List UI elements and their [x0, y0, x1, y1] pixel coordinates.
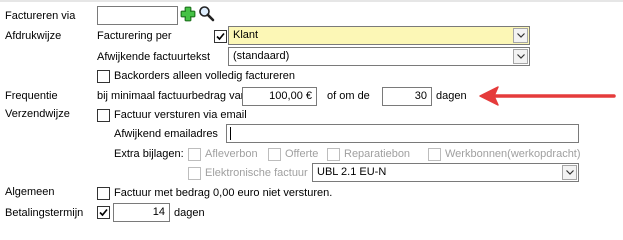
nul-bedrag-checkbox[interactable]: [97, 187, 110, 200]
werkbonnen-label: Werkbonnen(werkopdracht): [445, 148, 581, 160]
add-icon[interactable]: [180, 6, 196, 22]
extra-bijlagen-label: Extra bijlagen:: [114, 148, 184, 160]
facturering-per-label: Facturering per: [97, 30, 172, 42]
afwijkend-emailadres-input[interactable]: [226, 124, 579, 143]
arrow-left-icon: [478, 84, 616, 108]
afwijkende-factuurtekst-select[interactable]: (standaard): [228, 47, 530, 66]
email-label: Factuur versturen via email: [114, 109, 247, 121]
betalingstermijn-checkbox[interactable]: [97, 206, 110, 219]
elektronische-factuur-label: Elektronische factuur: [205, 167, 308, 179]
reparatiebon-checkbox[interactable]: [327, 148, 340, 161]
elektronische-factuur-select[interactable]: UBL 2.1 EU-N: [312, 163, 579, 182]
text-cursor: [230, 127, 231, 140]
afwijkend-emailadres-label: Afwijkend emailadres: [114, 128, 218, 140]
algemeen-label: Algemeen: [5, 186, 55, 198]
facturering-per-select[interactable]: Klant: [228, 26, 530, 45]
backorders-checkbox[interactable]: [97, 70, 110, 83]
verzendwijze-label: Verzendwijze: [5, 108, 70, 120]
minimaal-factuurbedrag-input[interactable]: 100,00 €: [242, 87, 317, 106]
afleverbon-checkbox[interactable]: [188, 148, 201, 161]
email-checkbox[interactable]: [97, 109, 110, 122]
factureren-via-label: Factureren via: [5, 10, 76, 22]
afleverbon-label: Afleverbon: [205, 148, 258, 160]
facturering-per-checkbox[interactable]: [214, 30, 227, 43]
checkmark-icon: [216, 32, 225, 41]
backorders-label: Backorders alleen volledig factureren: [114, 70, 295, 82]
elektronische-factuur-value: UBL 2.1 EU-N: [317, 166, 387, 178]
chevron-down-icon[interactable]: [513, 28, 528, 43]
chevron-down-icon[interactable]: [562, 165, 577, 180]
chevron-down-icon[interactable]: [513, 49, 528, 64]
nul-bedrag-label: Factuur met bedrag 0,00 euro niet verstu…: [114, 187, 333, 199]
afwijkende-factuurtekst-value: (standaard): [233, 50, 290, 62]
frequentie-dagen-label: dagen: [436, 90, 467, 102]
afdrukwijze-label: Afdrukwijze: [5, 30, 62, 42]
afwijkende-factuurtekst-label: Afwijkende factuurtekst: [97, 51, 211, 63]
betalingstermijn-label: Betalingstermijn: [5, 207, 84, 219]
checkmark-icon: [99, 208, 108, 217]
minimaal-factuurbedrag-label: bij minimaal factuurbedrag van: [97, 90, 247, 102]
offerte-label: Offerte: [285, 148, 319, 160]
factureren-via-input[interactable]: [97, 6, 178, 25]
search-icon[interactable]: [198, 5, 215, 22]
top-border: [0, 0, 623, 2]
offerte-checkbox[interactable]: [268, 148, 281, 161]
werkbonnen-checkbox[interactable]: [428, 148, 441, 161]
of-om-de-label: of om de: [327, 90, 370, 102]
facturering-per-value: Klant: [233, 29, 259, 41]
betalingstermijn-dagen-input[interactable]: 14: [113, 203, 170, 222]
betalingstermijn-dagen-label: dagen: [174, 207, 205, 219]
frequentie-dagen-input[interactable]: 30: [382, 87, 432, 106]
elektronische-factuur-checkbox[interactable]: [188, 167, 201, 180]
reparatiebon-label: Reparatiebon: [344, 148, 411, 160]
frequentie-label: Frequentie: [5, 90, 58, 102]
